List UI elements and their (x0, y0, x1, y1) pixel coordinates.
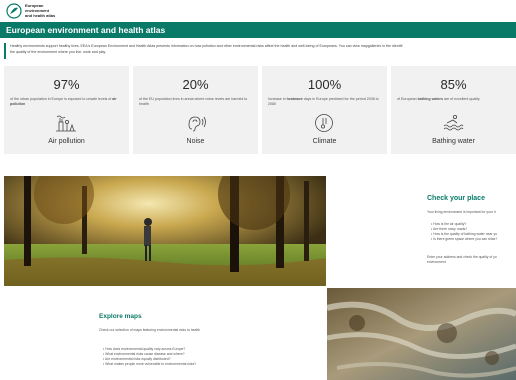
check-place-title[interactable]: Check your place (427, 195, 485, 202)
card-climate[interactable]: 100% Increase in heatwave days in Europe… (262, 66, 387, 154)
thermometer-icon (315, 114, 333, 132)
outro-line: environment (427, 260, 446, 264)
card-description: of European bathing waters are of excell… (397, 97, 511, 102)
card-label: Climate (312, 138, 337, 145)
list-item-text: How is the quality of bathing water near… (433, 232, 498, 236)
card-label: Air pollution (48, 138, 85, 145)
check-place-intro: Your living environment is important for… (427, 210, 496, 214)
list-item-text: How is the air quality? (433, 222, 467, 226)
desc-text: of the urban population in Europe is exp… (10, 97, 113, 101)
bathing-water-icon (443, 115, 464, 131)
list-item-text: Are there noisy roads? (432, 227, 468, 231)
card-noise[interactable]: 20% of the EU population lives in areas … (133, 66, 258, 154)
check-place-section: Check your place Your living environment… (420, 192, 516, 276)
page-title: European environment and health atlas (6, 25, 166, 35)
eea-logo-icon[interactable] (6, 3, 22, 19)
explore-maps-list: • How does environmental quality vary ac… (103, 347, 196, 367)
card-label: Noise (186, 138, 205, 145)
noise-ear-icon (188, 116, 206, 132)
list-item: • What makes people more vulnerable to e… (103, 362, 197, 366)
list-item-text: Are environmental risks equally distribu… (104, 357, 171, 361)
card-description: of the urban population in Europe is exp… (10, 97, 124, 107)
card-description: Increase in heatwave days in Europe pred… (268, 97, 382, 107)
explore-maps-title[interactable]: Explore maps (99, 313, 142, 320)
desc-text: are of excellent quality (442, 97, 480, 101)
park-photo (4, 176, 326, 286)
explore-maps-section: Explore maps Check our selection of maps… (99, 313, 289, 380)
desc-bold: bathing waters (417, 97, 443, 101)
title-bar: European environment and health atlas (0, 22, 516, 38)
card-percent: 100% (307, 77, 342, 92)
desc-text: Increase in (268, 97, 287, 101)
desc-bold: heatwave (286, 97, 303, 101)
card-percent: 85% (440, 77, 467, 92)
logo-text[interactable]: European environment and health atlas (25, 3, 85, 18)
card-description: of the EU population lives in areas wher… (139, 97, 253, 107)
card-percent: 20% (182, 77, 209, 92)
air-pollution-icon (56, 115, 76, 132)
list-item: • Is there green space where you can rel… (431, 237, 498, 241)
card-label: Bathing water (432, 138, 475, 145)
list-item-text: What makes people more vulnerable to env… (105, 362, 197, 366)
check-place-outro: Enter your address and check the quality… (427, 255, 497, 265)
list-item-text: How does environmental quality vary acro… (105, 347, 186, 351)
logo-line: and health atlas (25, 13, 56, 18)
desc-text: of European (397, 97, 418, 101)
check-place-list: • How is the air quality? • Are there no… (431, 222, 497, 242)
stat-cards: 97% of the urban population in Europe is… (4, 66, 516, 154)
card-bathing-water[interactable]: 85% of European bathing waters are of ex… (391, 66, 516, 154)
list-item-text: Is there green space where you can relax… (433, 237, 498, 241)
intro-line: the quality of the environment where you… (10, 50, 107, 54)
intro-text: Healthy environments support healthy liv… (4, 43, 516, 59)
explore-maps-intro: Check our selection of maps featuring en… (99, 328, 201, 332)
site-header: European environment and health atlas (0, 0, 516, 22)
desc-text: of the EU population lives in areas wher… (139, 97, 248, 106)
card-percent: 97% (53, 77, 80, 92)
river-photo (327, 288, 516, 380)
list-item-text: What environmental risks cause disease a… (105, 352, 185, 356)
card-air-pollution[interactable]: 97% of the urban population in Europe is… (4, 66, 129, 154)
